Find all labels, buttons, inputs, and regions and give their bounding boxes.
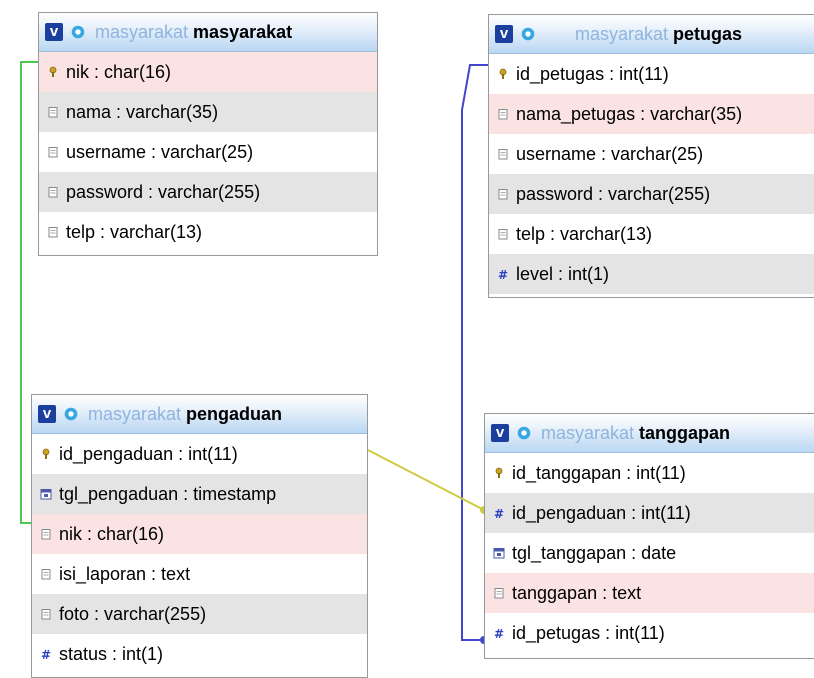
column-row[interactable]: isi_laporan : text: [32, 554, 367, 594]
database-name: masyarakat: [541, 422, 635, 443]
database-name: masyarakat: [88, 403, 182, 424]
column-icon: [41, 609, 51, 620]
column-label: tgl_pengaduan : timestamp: [59, 483, 277, 504]
column-label: nama : varchar(35): [66, 101, 219, 122]
table-header[interactable]: v masyarakat masyarakat: [39, 13, 377, 52]
column-row[interactable]: telp : varchar(13): [39, 212, 377, 252]
numeric-icon: #: [494, 507, 504, 519]
key-icon: [42, 448, 50, 459]
column-row[interactable]: nama : varchar(35): [39, 92, 377, 132]
column-row[interactable]: # id_petugas : int(11): [485, 613, 814, 653]
column-label: username : varchar(25): [66, 141, 254, 162]
column-row[interactable]: password : varchar(255): [489, 174, 814, 214]
column-label: id_pengaduan : int(11): [512, 502, 691, 523]
column-label: tanggapan : text: [512, 582, 642, 603]
column-label: isi_laporan : text: [59, 563, 191, 584]
svg-text:#: #: [494, 627, 504, 639]
column-row[interactable]: tgl_pengaduan : timestamp: [32, 474, 367, 514]
column-icon: [498, 109, 508, 120]
column-label: tgl_tanggapan : date: [512, 542, 677, 563]
column-icon: [41, 529, 51, 540]
table-header[interactable]: v masyarakat tanggapan: [485, 414, 814, 453]
gear-icon[interactable]: [515, 424, 533, 442]
column-label: nama_petugas : varchar(35): [516, 103, 743, 124]
svg-text:#: #: [498, 268, 508, 280]
column-label: foto : varchar(255): [59, 603, 207, 624]
column-icon: [48, 147, 58, 158]
table-petugas[interactable]: v masyarakat petugas id_petugas : int(11…: [488, 14, 814, 298]
column-label: id_petugas : int(11): [512, 622, 665, 643]
date-icon: [493, 548, 505, 559]
column-label: nik : char(16): [66, 61, 172, 82]
database-name: masyarakat: [95, 21, 189, 42]
column-row[interactable]: # status : int(1): [32, 634, 367, 674]
key-icon: [495, 467, 503, 478]
column-label: telp : varchar(13): [516, 223, 653, 244]
toggle-v-icon[interactable]: v: [495, 25, 513, 43]
column-row[interactable]: id_pengaduan : int(11): [32, 434, 367, 474]
column-row[interactable]: tgl_tanggapan : date: [485, 533, 814, 573]
table-tanggapan[interactable]: v masyarakat tanggapan id_tanggapan : in…: [484, 413, 814, 659]
column-icon: [498, 149, 508, 160]
column-row[interactable]: password : varchar(255): [39, 172, 377, 212]
column-label: level : int(1): [516, 263, 610, 284]
relation-pengaduan-tanggapan: [367, 449, 485, 511]
gear-icon[interactable]: [519, 25, 537, 43]
numeric-icon: #: [498, 268, 508, 280]
column-icon: [48, 107, 58, 118]
date-icon: [40, 489, 52, 500]
column-row[interactable]: tanggapan : text: [485, 573, 814, 613]
column-label: status : int(1): [59, 643, 164, 664]
gear-icon[interactable]: [69, 23, 87, 41]
toggle-v-icon[interactable]: v: [45, 23, 63, 41]
toggle-v-icon[interactable]: v: [38, 405, 56, 423]
column-label: id_tanggapan : int(11): [512, 462, 686, 483]
column-row[interactable]: # level : int(1): [489, 254, 814, 294]
column-label: id_petugas : int(11): [516, 63, 669, 84]
table-header[interactable]: v masyarakat pengaduan: [32, 395, 367, 434]
column-icon: [498, 189, 508, 200]
gear-icon[interactable]: [62, 405, 80, 423]
column-icon: [41, 569, 51, 580]
column-row[interactable]: id_petugas : int(11): [489, 54, 814, 94]
svg-text:#: #: [41, 648, 51, 660]
numeric-icon: #: [41, 648, 51, 660]
table-name: pengaduan: [186, 403, 283, 424]
table-header[interactable]: v masyarakat petugas: [489, 15, 814, 54]
key-icon: [499, 68, 507, 79]
column-row[interactable]: nik : char(16): [39, 52, 377, 92]
column-row[interactable]: username : varchar(25): [39, 132, 377, 172]
column-label: password : varchar(255): [66, 181, 261, 202]
column-label: id_pengaduan : int(11): [59, 443, 238, 464]
column-label: username : varchar(25): [516, 143, 704, 164]
toggle-v-icon[interactable]: v: [491, 424, 509, 442]
column-label: password : varchar(255): [516, 183, 711, 204]
database-name: masyarakat: [575, 23, 669, 44]
column-label: telp : varchar(13): [66, 221, 203, 242]
table-name: petugas: [673, 23, 743, 44]
numeric-icon: #: [494, 627, 504, 639]
column-row[interactable]: nik : char(16): [32, 514, 367, 554]
column-label: nik : char(16): [59, 523, 165, 544]
column-row[interactable]: telp : varchar(13): [489, 214, 814, 254]
key-icon: [49, 66, 57, 77]
table-pengaduan[interactable]: v masyarakat pengaduan id_pengaduan : in…: [31, 394, 368, 678]
column-icon: [494, 588, 504, 599]
column-icon: [498, 229, 508, 240]
svg-text:#: #: [494, 507, 504, 519]
column-row[interactable]: foto : varchar(255): [32, 594, 367, 634]
column-icon: [48, 227, 58, 238]
table-name: masyarakat: [193, 21, 293, 42]
column-row[interactable]: id_tanggapan : int(11): [485, 453, 814, 493]
column-row[interactable]: nama_petugas : varchar(35): [489, 94, 814, 134]
table-name: tanggapan: [639, 422, 731, 443]
column-icon: [48, 187, 58, 198]
table-masyarakat[interactable]: v masyarakat masyarakat nik : char(16) na…: [38, 12, 378, 256]
column-row[interactable]: # id_pengaduan : int(11): [485, 493, 814, 533]
column-row[interactable]: username : varchar(25): [489, 134, 814, 174]
